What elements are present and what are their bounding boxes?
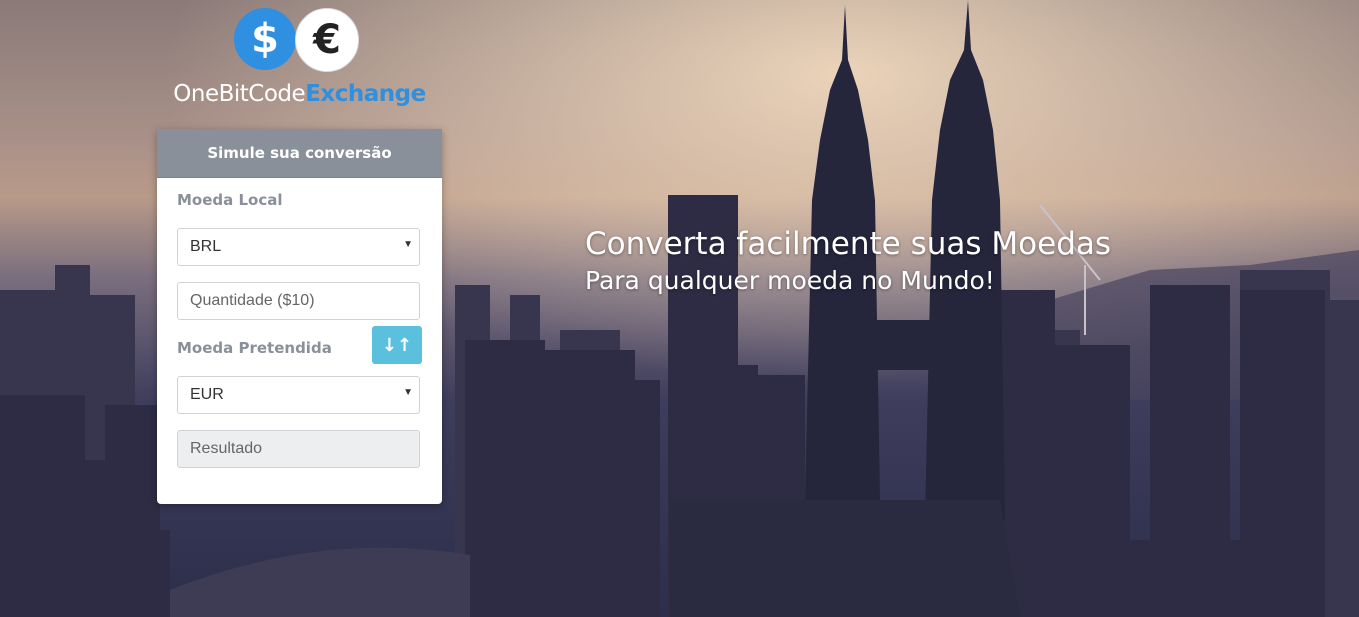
euro-coin-icon: € xyxy=(295,8,359,72)
result-field[interactable]: Resultado xyxy=(177,430,420,468)
hero-subtitle: Para qualquer moeda no Mundo! xyxy=(585,266,995,295)
hero-text: Converta facilmente suas Moedas Para qua… xyxy=(585,225,1111,299)
quantity-input[interactable]: Quantidade ($10) xyxy=(177,282,420,320)
chevron-down-icon: ▼ xyxy=(403,239,413,250)
converter-panel-title: Simule sua conversão xyxy=(157,129,442,178)
brand-name: OneBitCodeExchange xyxy=(157,81,442,107)
local-currency-select[interactable]: BRL ▼ xyxy=(177,228,420,266)
chevron-down-icon: ▼ xyxy=(403,387,413,398)
brand-name-part2: Exchange xyxy=(305,81,426,107)
brand-logo[interactable]: $ € OneBitCodeExchange xyxy=(157,5,442,115)
hero-title: Converta facilmente suas Moedas xyxy=(585,226,1112,262)
converter-panel: Simule sua conversão Moeda Local BRL ▼ Q… xyxy=(157,129,442,504)
target-currency-label: Moeda Pretendida xyxy=(177,339,332,357)
swap-currencies-button[interactable]: ↓↑ xyxy=(372,326,422,364)
brand-name-part1: OneBitCode xyxy=(173,81,306,107)
target-currency-value: EUR xyxy=(190,386,224,403)
euro-symbol: € xyxy=(313,17,341,63)
local-currency-value: BRL xyxy=(190,238,222,255)
quantity-placeholder: Quantidade ($10) xyxy=(190,292,315,309)
dollar-coin-icon: $ xyxy=(234,8,296,70)
target-currency-select[interactable]: EUR ▼ xyxy=(177,376,420,414)
dollar-symbol: $ xyxy=(251,16,279,62)
result-placeholder: Resultado xyxy=(190,440,263,457)
local-currency-label: Moeda Local xyxy=(177,191,283,209)
swap-vertical-arrows-icon: ↓↑ xyxy=(381,334,413,356)
